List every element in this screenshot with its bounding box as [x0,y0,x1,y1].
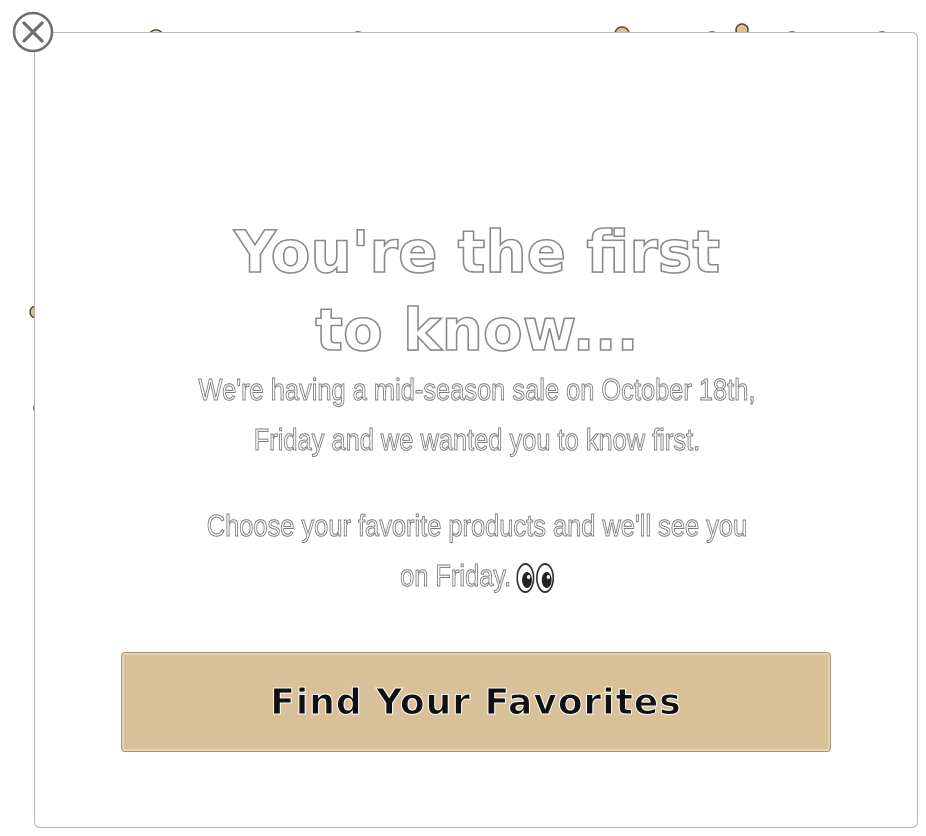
close-icon[interactable] [11,10,55,54]
headline-line-1: You're the first [233,217,721,287]
popup-headline: You're the first to know... [35,213,917,369]
announcement-line-2: Friday and we wanted you to know first. [253,422,701,458]
choose-line-2-text: on Friday. [400,558,512,594]
sale-announcement-text: We're having a mid-season sale on Octobe… [147,365,806,465]
modal-popup: You're the first to know... We're having… [34,32,918,828]
choose-favorites-text: Choose your favorite products and we'll … [147,501,806,601]
choose-line-1: Choose your favorite products and we'll … [206,508,748,544]
announcement-line-1: We're having a mid-season sale on Octobe… [198,372,756,408]
choose-line-2: on Friday. [147,551,806,601]
cta-label: Find Your Favorites [270,681,682,723]
headline-line-2: to know... [314,295,639,365]
find-your-favorites-button[interactable]: Find Your Favorites [121,652,831,752]
eyes-icon [516,562,554,593]
